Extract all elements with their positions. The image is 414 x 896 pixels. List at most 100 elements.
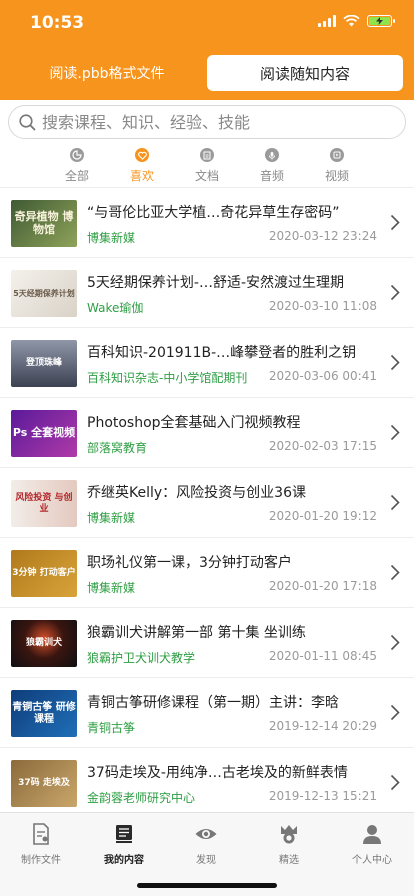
list-item[interactable]: 登顶珠峰 百科知识-201911B-…峰攀登者的胜利之钥 百科知识杂志-中小学馆… — [0, 327, 414, 397]
make-file-icon — [33, 823, 49, 845]
person-icon — [363, 825, 381, 844]
search-input[interactable] — [42, 112, 382, 132]
chevron-right-icon — [390, 774, 400, 791]
item-author: 青铜古筝 — [87, 721, 136, 735]
my-content-icon — [116, 825, 132, 843]
item-title: 青铜古筝研修课程（第一期）主讲：李晗 — [87, 695, 339, 711]
item-author: Wake瑜伽 — [87, 301, 144, 315]
search-bar[interactable] — [8, 105, 406, 139]
status-time: 10:53 — [30, 13, 85, 33]
chevron-right-icon — [390, 494, 400, 511]
thumbnail-caption: 狼霸训犬 — [25, 638, 62, 649]
item-thumbnail: 狼霸训犬 — [11, 620, 77, 667]
filter-documents-label: 文档 — [194, 169, 219, 183]
list-item[interactable]: 青铜古筝 研修课程 青铜古筝研修课程（第一期）主讲：李晗 青铜古筝 2019-1… — [0, 677, 414, 747]
thumbnail-caption: 登顶珠峰 — [25, 358, 62, 369]
tab-personal-center[interactable]: 个人中心 — [332, 823, 412, 866]
item-thumbnail: 青铜古筝 研修课程 — [11, 690, 77, 737]
item-thumbnail: 5天经期保养计划 — [11, 270, 77, 317]
battery-icon — [367, 15, 395, 27]
tab-my-content[interactable]: 我的内容 — [84, 823, 164, 866]
chevron-right-icon — [390, 564, 400, 581]
item-author: 博集新媒 — [87, 511, 136, 525]
filter-documents[interactable]: 文档 — [177, 148, 237, 184]
item-date: 2019-12-13 15:21 — [268, 789, 377, 803]
search-icon — [19, 113, 36, 130]
item-title: 职场礼仪第一课，3分钟打动客户 — [87, 555, 292, 571]
item-thumbnail: Ps 全套视频 — [11, 410, 77, 457]
tab-featured-label: 精选 — [279, 855, 299, 866]
all-icon — [70, 148, 84, 162]
filter-video-label: 视频 — [324, 169, 349, 183]
item-title: 5天经期保养计划-…舒适-安然渡过生理期 — [87, 275, 345, 291]
list-item[interactable]: 狼霸训犬 狼霸训犬讲解第一部 第十集 坐训练 狼霸护卫犬训犬教学 2020-01… — [0, 607, 414, 677]
list-item[interactable]: 37码 走埃及 37码走埃及-用纯净…古老埃及的新鲜表情 金韵蓉老师研究中心 2… — [0, 747, 414, 817]
list-item[interactable]: 3分钟 打动客户 职场礼仪第一课，3分钟打动客户 博集新媒 2020-01-20… — [0, 537, 414, 607]
list-item[interactable]: 5天经期保养计划 5天经期保养计划-…舒适-安然渡过生理期 Wake瑜伽 202… — [0, 257, 414, 327]
item-date: 2020-01-20 19:12 — [268, 509, 377, 523]
item-thumbnail: 奇异植物 博物馆 — [11, 200, 77, 247]
tab-discover[interactable]: 发现 — [166, 823, 246, 866]
filter-video[interactable]: 视频 — [307, 148, 367, 184]
list-item[interactable]: Ps 全套视频 Photoshop全套基础入门视频教程 部落窝教育 2020-0… — [0, 397, 414, 467]
item-title: 百科知识-201911B-…峰攀登者的胜利之钥 — [87, 345, 357, 361]
item-date: 2020-02-03 17:15 — [268, 439, 377, 453]
item-title: 狼霸训犬讲解第一部 第十集 坐训练 — [87, 625, 306, 641]
item-thumbnail: 37码 走埃及 — [11, 760, 77, 807]
chevron-right-icon — [390, 424, 400, 441]
item-date: 2019-12-14 20:29 — [268, 719, 377, 733]
chevron-right-icon — [390, 284, 400, 301]
item-date: 2020-03-12 23:24 — [268, 229, 377, 243]
filter-audio-label: 音频 — [259, 169, 284, 183]
tab-personal-center-label: 个人中心 — [352, 855, 392, 866]
list-item[interactable]: 风险投资 与创业 乔继英Kelly：风险投资与创业36课 博集新媒 2020-0… — [0, 467, 414, 537]
item-title: 37码走埃及-用纯净…古老埃及的新鲜表情 — [87, 765, 348, 781]
video-icon — [330, 148, 344, 162]
tab-make-file-label: 制作文件 — [21, 855, 61, 866]
tab-featured[interactable]: 精选 — [249, 823, 329, 866]
heart-icon — [135, 148, 149, 162]
item-date: 2020-01-20 17:18 — [268, 579, 377, 593]
item-author: 部落窝教育 — [87, 441, 148, 455]
tab-read-pbb-file[interactable]: 阅读.pbb格式文件 — [12, 55, 202, 91]
item-author: 狼霸护卫犬训犬教学 — [87, 651, 196, 665]
item-date: 2020-03-06 00:41 — [268, 369, 377, 383]
tab-make-file[interactable]: 制作文件 — [1, 823, 81, 866]
item-author: 博集新媒 — [87, 231, 136, 245]
tab-my-content-label: 我的内容 — [104, 855, 144, 866]
filter-all-label: 全部 — [64, 169, 89, 183]
wifi-icon — [343, 15, 360, 27]
thumbnail-caption: 奇异植物 博物馆 — [14, 209, 74, 236]
tab-discover-label: 发现 — [196, 855, 216, 866]
item-title: “与哥伦比亚大学植…奇花异草生存密码” — [87, 205, 340, 221]
filter-all[interactable]: 全部 — [47, 148, 107, 184]
chevron-right-icon — [390, 704, 400, 721]
home-indicator — [137, 883, 277, 888]
item-date: 2020-01-11 08:45 — [268, 649, 377, 663]
thumbnail-caption: 3分钟 打动客户 — [12, 568, 76, 579]
discover-eye-icon — [195, 829, 217, 839]
filter-likes[interactable]: 喜欢 — [112, 148, 172, 184]
tab-read-suizhi-content[interactable]: 阅读随知内容 — [207, 55, 403, 91]
chevron-right-icon — [390, 634, 400, 651]
list-item[interactable]: 奇异植物 博物馆 “与哥伦比亚大学植…奇花异草生存密码” 博集新媒 2020-0… — [0, 187, 414, 257]
status-icons — [318, 15, 395, 27]
filter-likes-label: 喜欢 — [129, 169, 154, 183]
item-title: Photoshop全套基础入门视频教程 — [87, 415, 301, 431]
filter-audio[interactable]: 音频 — [242, 148, 302, 184]
cellular-signal-icon — [318, 15, 336, 27]
thumbnail-caption: 37码 走埃及 — [18, 778, 70, 789]
item-author: 金韵蓉老师研究中心 — [87, 791, 196, 805]
item-thumbnail: 风险投资 与创业 — [11, 480, 77, 527]
item-thumbnail: 3分钟 打动客户 — [11, 550, 77, 597]
featured-icon — [281, 825, 297, 844]
chevron-right-icon — [390, 214, 400, 231]
item-date: 2020-03-10 11:08 — [268, 299, 377, 313]
thumbnail-caption: 5天经期保养计划 — [13, 288, 75, 298]
header: 10:53 阅读.pbb格式文件 阅读随知内容 — [0, 0, 414, 100]
category-filter: 全部 喜欢 文档 音频 视频 — [0, 148, 414, 186]
microphone-icon — [265, 148, 279, 162]
item-thumbnail: 登顶珠峰 — [11, 340, 77, 387]
tab-read-pbb-file-label: 阅读.pbb格式文件 — [49, 66, 165, 82]
item-author: 百科知识杂志-中小学馆配期刊 — [87, 371, 248, 385]
